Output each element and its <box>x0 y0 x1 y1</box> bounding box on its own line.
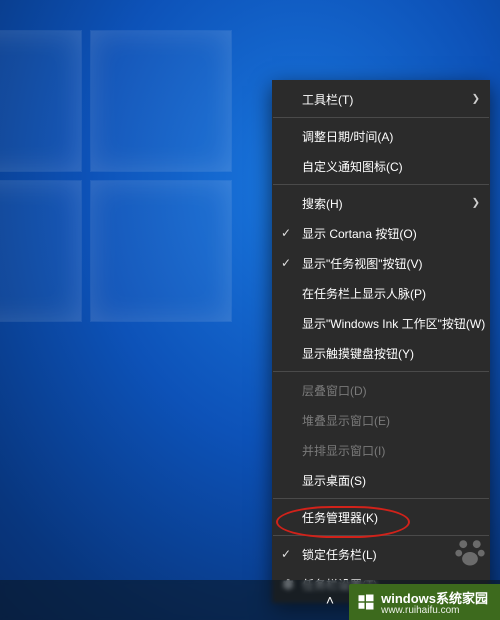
menu-item-label: 自定义通知图标(C) <box>302 158 403 175</box>
check-icon: ✓ <box>281 226 291 240</box>
desktop[interactable]: 工具栏(T) ❯ 调整日期/时间(A) 自定义通知图标(C) 搜索(H) ❯ ✓… <box>0 0 500 620</box>
menu-separator <box>273 371 489 372</box>
watermark: windows系统家园 www.ruihaifu.com <box>349 584 500 620</box>
menu-item-lock-taskbar[interactable]: ✓ 锁定任务栏(L) <box>272 539 490 569</box>
menu-item-task-manager[interactable]: 任务管理器(K) <box>272 502 490 532</box>
menu-item-label: 并排显示窗口(I) <box>302 442 385 459</box>
menu-item-label: 层叠窗口(D) <box>302 382 367 399</box>
menu-item-side-by-side: 并排显示窗口(I) <box>272 435 490 465</box>
menu-item-cascade: 层叠窗口(D) <box>272 375 490 405</box>
check-icon: ✓ <box>281 256 291 270</box>
taskbar-context-menu: 工具栏(T) ❯ 调整日期/时间(A) 自定义通知图标(C) 搜索(H) ❯ ✓… <box>272 80 490 603</box>
watermark-sub: www.ruihaifu.com <box>381 605 488 616</box>
menu-item-customize-tray[interactable]: 自定义通知图标(C) <box>272 151 490 181</box>
menu-item-show-touch-keyboard[interactable]: 显示触摸键盘按钮(Y) <box>272 338 490 368</box>
menu-item-adjust-datetime[interactable]: 调整日期/时间(A) <box>272 121 490 151</box>
chevron-up-icon: ˄ <box>326 592 334 608</box>
tray-overflow-button[interactable]: ˄ <box>310 580 350 620</box>
menu-item-label: 调整日期/时间(A) <box>302 128 393 145</box>
menu-item-show-taskview[interactable]: ✓ 显示"任务视图"按钮(V) <box>272 248 490 278</box>
menu-separator <box>273 498 489 499</box>
menu-item-show-ink[interactable]: 显示"Windows Ink 工作区"按钮(W) <box>272 308 490 338</box>
menu-item-label: 显示桌面(S) <box>302 472 366 489</box>
menu-item-toolbars[interactable]: 工具栏(T) ❯ <box>272 84 490 114</box>
menu-item-search[interactable]: 搜索(H) ❯ <box>272 188 490 218</box>
menu-item-show-desktop[interactable]: 显示桌面(S) <box>272 465 490 495</box>
watermark-brand: windows系统家园 <box>381 591 488 606</box>
menu-item-label: 搜索(H) <box>302 195 343 212</box>
chevron-right-icon: ❯ <box>472 94 480 105</box>
menu-item-show-cortana[interactable]: ✓ 显示 Cortana 按钮(O) <box>272 218 490 248</box>
menu-item-label: 任务管理器(K) <box>302 509 378 526</box>
menu-item-label: 堆叠显示窗口(E) <box>302 412 390 429</box>
menu-item-label: 显示触摸键盘按钮(Y) <box>302 345 414 362</box>
menu-separator <box>273 535 489 536</box>
menu-separator <box>273 184 489 185</box>
windows-logo-light <box>0 30 260 350</box>
menu-separator <box>273 117 489 118</box>
menu-item-label: 工具栏(T) <box>302 91 353 108</box>
windows-icon <box>357 593 375 611</box>
menu-item-label: 在任务栏上显示人脉(P) <box>302 285 426 302</box>
check-icon: ✓ <box>281 547 291 561</box>
menu-item-show-people[interactable]: 在任务栏上显示人脉(P) <box>272 278 490 308</box>
menu-item-label: 显示"任务视图"按钮(V) <box>302 255 423 272</box>
menu-item-stack: 堆叠显示窗口(E) <box>272 405 490 435</box>
menu-item-label: 显示 Cortana 按钮(O) <box>302 225 417 242</box>
menu-item-label: 锁定任务栏(L) <box>302 546 377 563</box>
menu-item-label: 显示"Windows Ink 工作区"按钮(W) <box>302 315 485 332</box>
chevron-right-icon: ❯ <box>472 198 480 209</box>
